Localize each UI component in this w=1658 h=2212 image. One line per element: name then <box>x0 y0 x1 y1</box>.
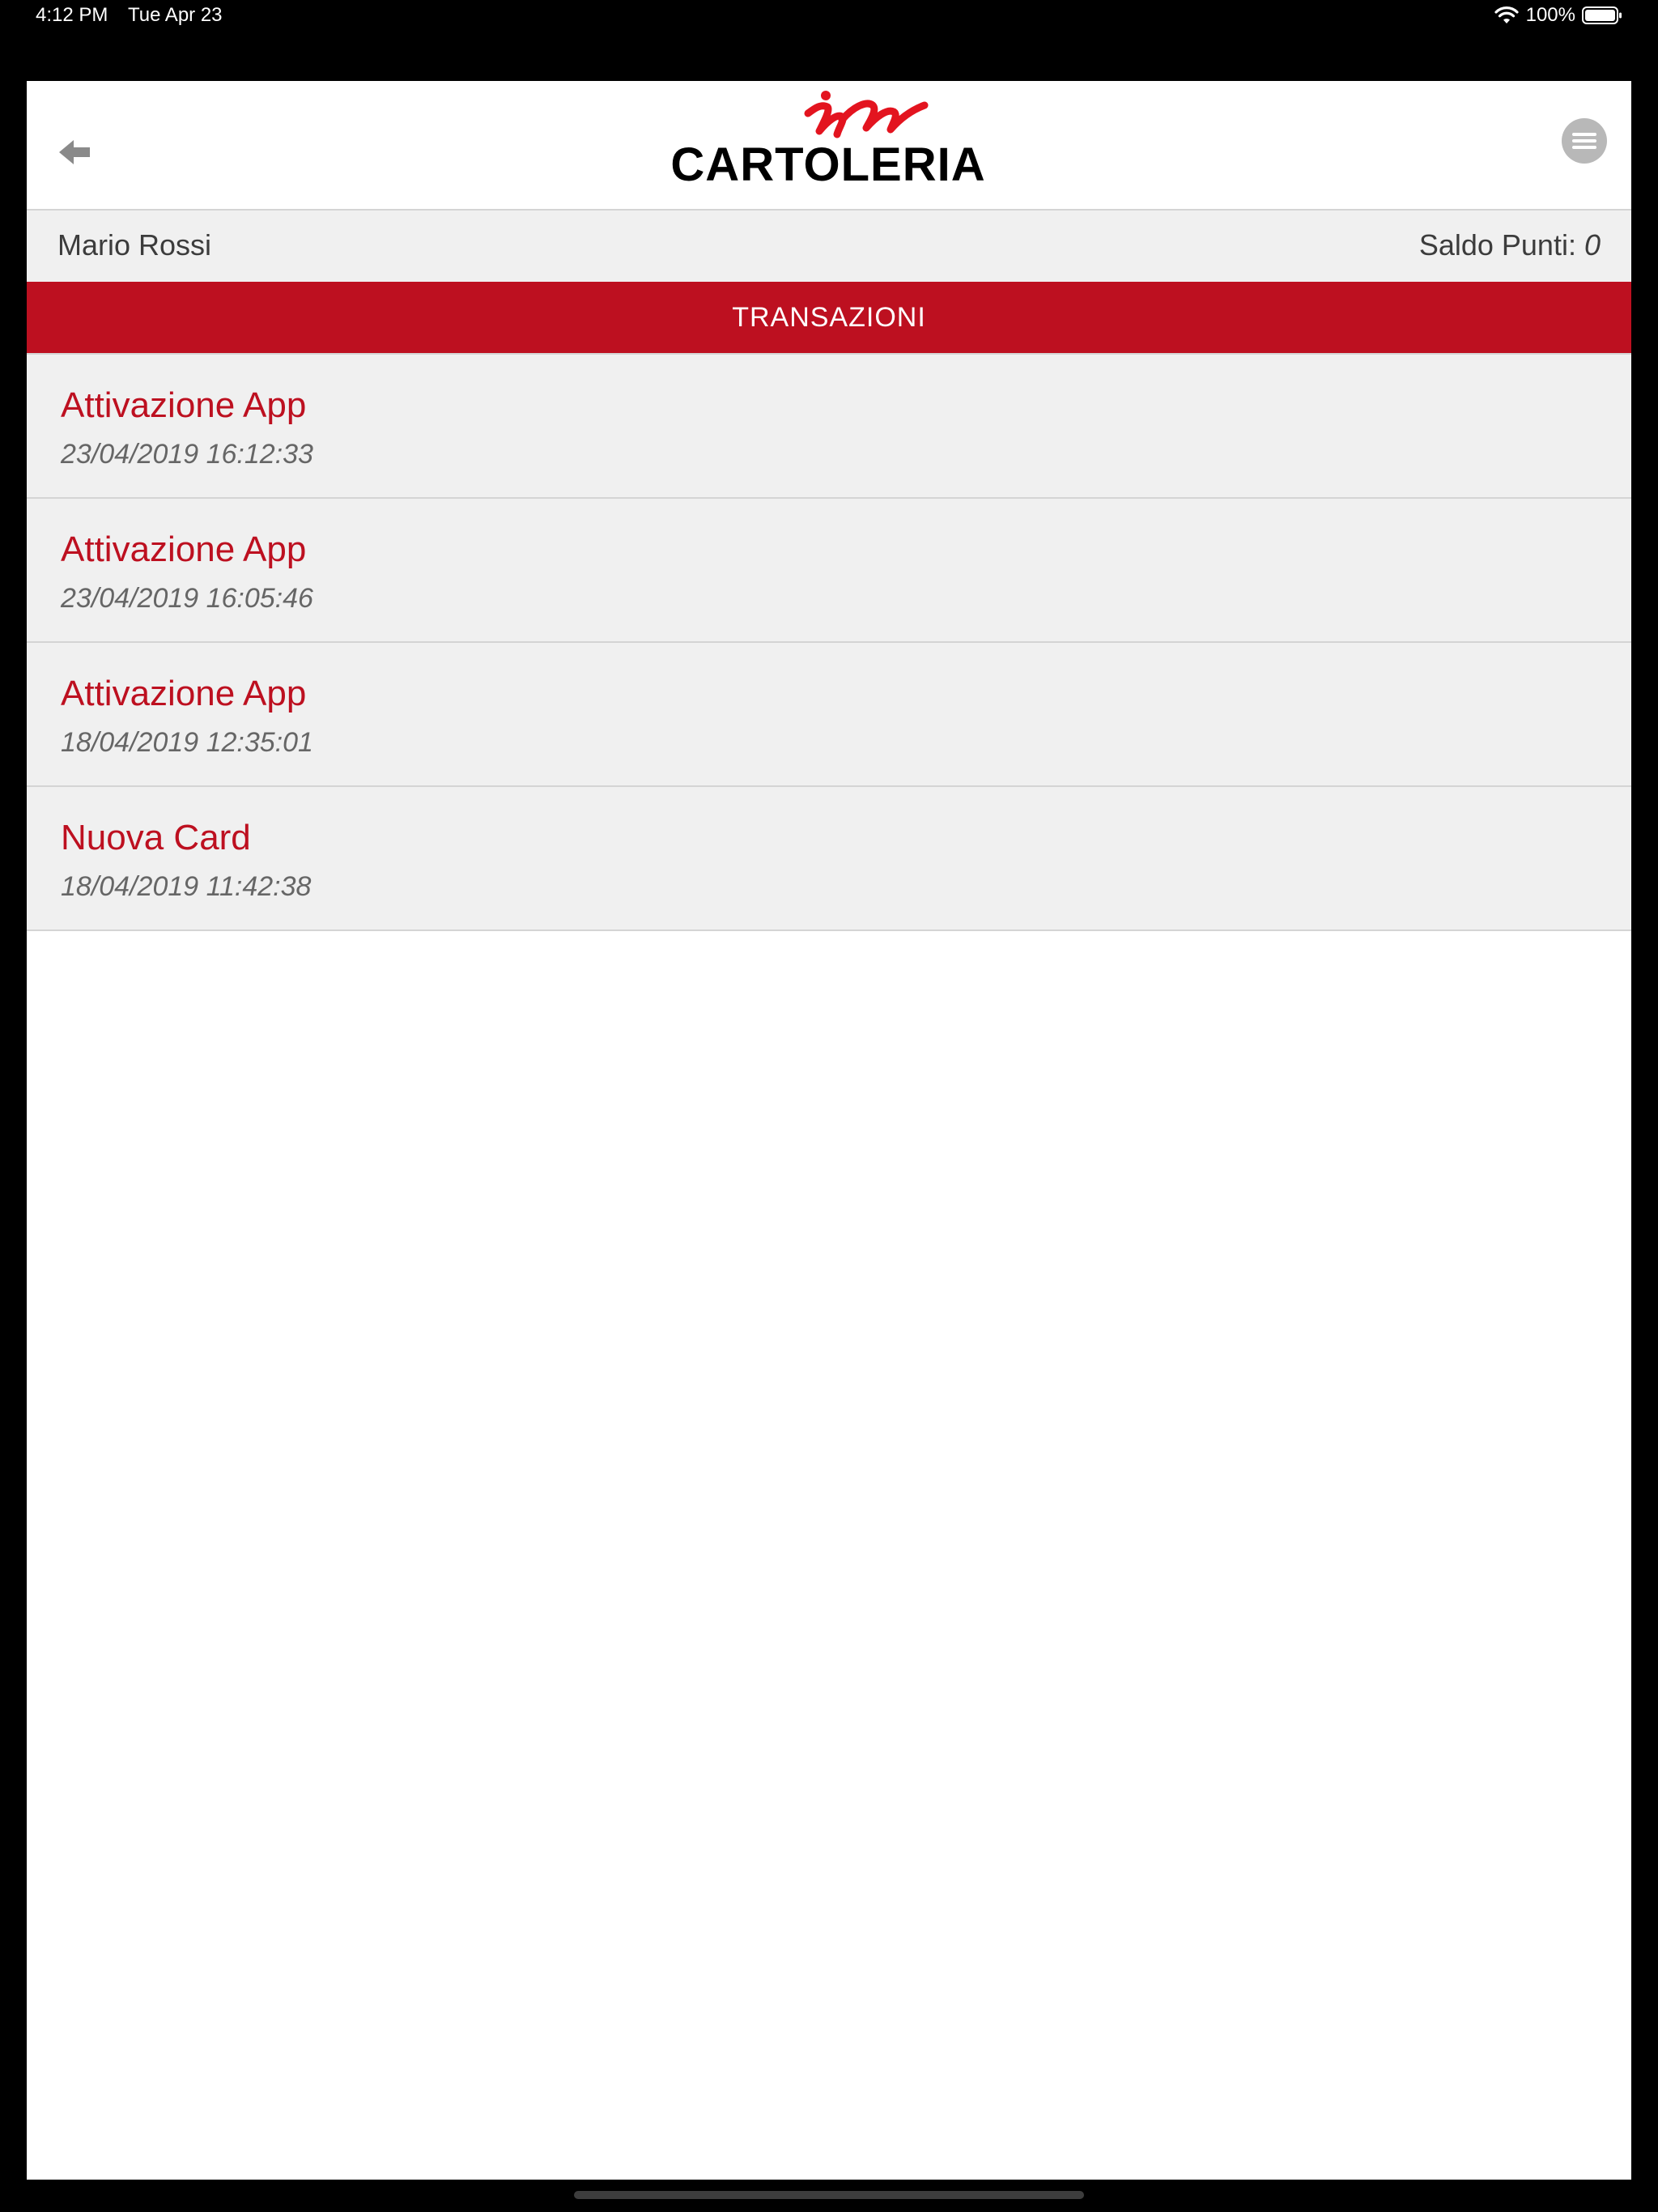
logo-script-mark <box>804 91 929 138</box>
menu-button[interactable] <box>1560 117 1609 165</box>
transaction-item[interactable]: Attivazione App 23/04/2019 16:05:46 <box>27 497 1631 641</box>
user-info-bar: Mario Rossi Saldo Punti: 0 <box>27 211 1631 282</box>
status-date: Tue Apr 23 <box>128 4 223 26</box>
user-name: Mario Rossi <box>57 228 212 262</box>
transaction-item[interactable]: Attivazione App 23/04/2019 16:12:33 <box>27 353 1631 497</box>
app-window: CARTOLERIA Mario Rossi Saldo Punti: 0 TR… <box>27 81 1631 2180</box>
logo-wordmark: CARTOLERIA <box>670 138 986 191</box>
transaction-title: Attivazione App <box>61 530 307 569</box>
transaction-title: Nuova Card <box>61 818 251 857</box>
back-button[interactable] <box>51 130 100 178</box>
status-bar: 4:12 PM Tue Apr 23 100% <box>0 0 1658 32</box>
wifi-icon <box>1494 6 1520 25</box>
points-balance: Saldo Punti: 0 <box>1419 228 1601 262</box>
section-title: TRANSAZIONI <box>27 282 1631 353</box>
transaction-title: Attivazione App <box>61 385 307 425</box>
battery-icon <box>1582 6 1622 25</box>
transaction-list: Attivazione App 23/04/2019 16:12:33 Atti… <box>27 353 1631 931</box>
cartoleria-logo: CARTOLERIA <box>670 89 986 194</box>
home-indicator[interactable] <box>574 2191 1084 2199</box>
transaction-item[interactable]: Nuova Card 18/04/2019 11:42:38 <box>27 785 1631 931</box>
battery-percent: 100% <box>1525 4 1575 26</box>
transaction-date: 23/04/2019 16:05:46 <box>61 583 313 614</box>
transaction-title: Attivazione App <box>61 674 307 713</box>
app-header: CARTOLERIA <box>27 81 1631 211</box>
status-right: 100% <box>1494 4 1622 27</box>
points-label: Saldo Punti: <box>1418 228 1576 262</box>
transaction-date: 23/04/2019 16:12:33 <box>61 439 313 470</box>
transaction-item[interactable]: Attivazione App 18/04/2019 12:35:01 <box>27 641 1631 785</box>
transaction-date: 18/04/2019 11:42:38 <box>61 871 312 902</box>
points-value: 0 <box>1584 228 1601 262</box>
status-time: 4:12 PM <box>36 4 108 26</box>
back-arrow-icon <box>59 138 91 169</box>
transaction-date: 18/04/2019 12:35:01 <box>61 727 313 758</box>
hamburger-menu-icon <box>1560 118 1609 168</box>
